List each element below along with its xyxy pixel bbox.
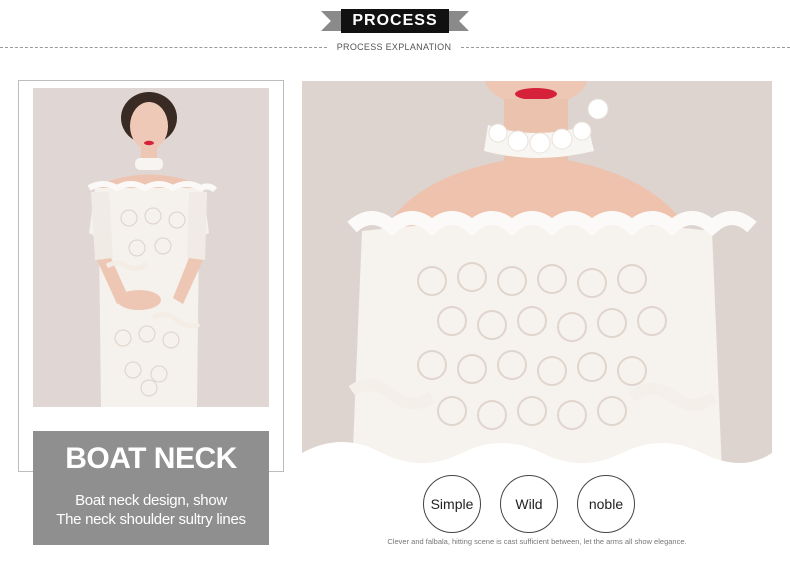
model-full-photo xyxy=(33,88,269,407)
caption-line-2: The neck shoulder sultry lines xyxy=(56,511,246,528)
tag-noble: noble xyxy=(577,475,635,533)
page-subtitle: PROCESS EXPLANATION xyxy=(336,42,452,52)
divider-right xyxy=(461,47,790,48)
feature-caption: BOAT NECK Boat neck design, show The nec… xyxy=(33,431,269,545)
footnote-text: Clever and falbala, hitting scene is cas… xyxy=(387,537,687,546)
tag-simple: Simple xyxy=(423,475,481,533)
page-title: PROCESS xyxy=(341,9,449,33)
caption-line-1: Boat neck design, show xyxy=(75,492,227,509)
caption-heading: BOAT NECK xyxy=(65,442,237,475)
tag-wild: Wild xyxy=(500,475,558,533)
divider-left xyxy=(0,47,327,48)
header-banner: PROCESS xyxy=(321,9,469,33)
model-closeup-photo xyxy=(302,81,772,472)
